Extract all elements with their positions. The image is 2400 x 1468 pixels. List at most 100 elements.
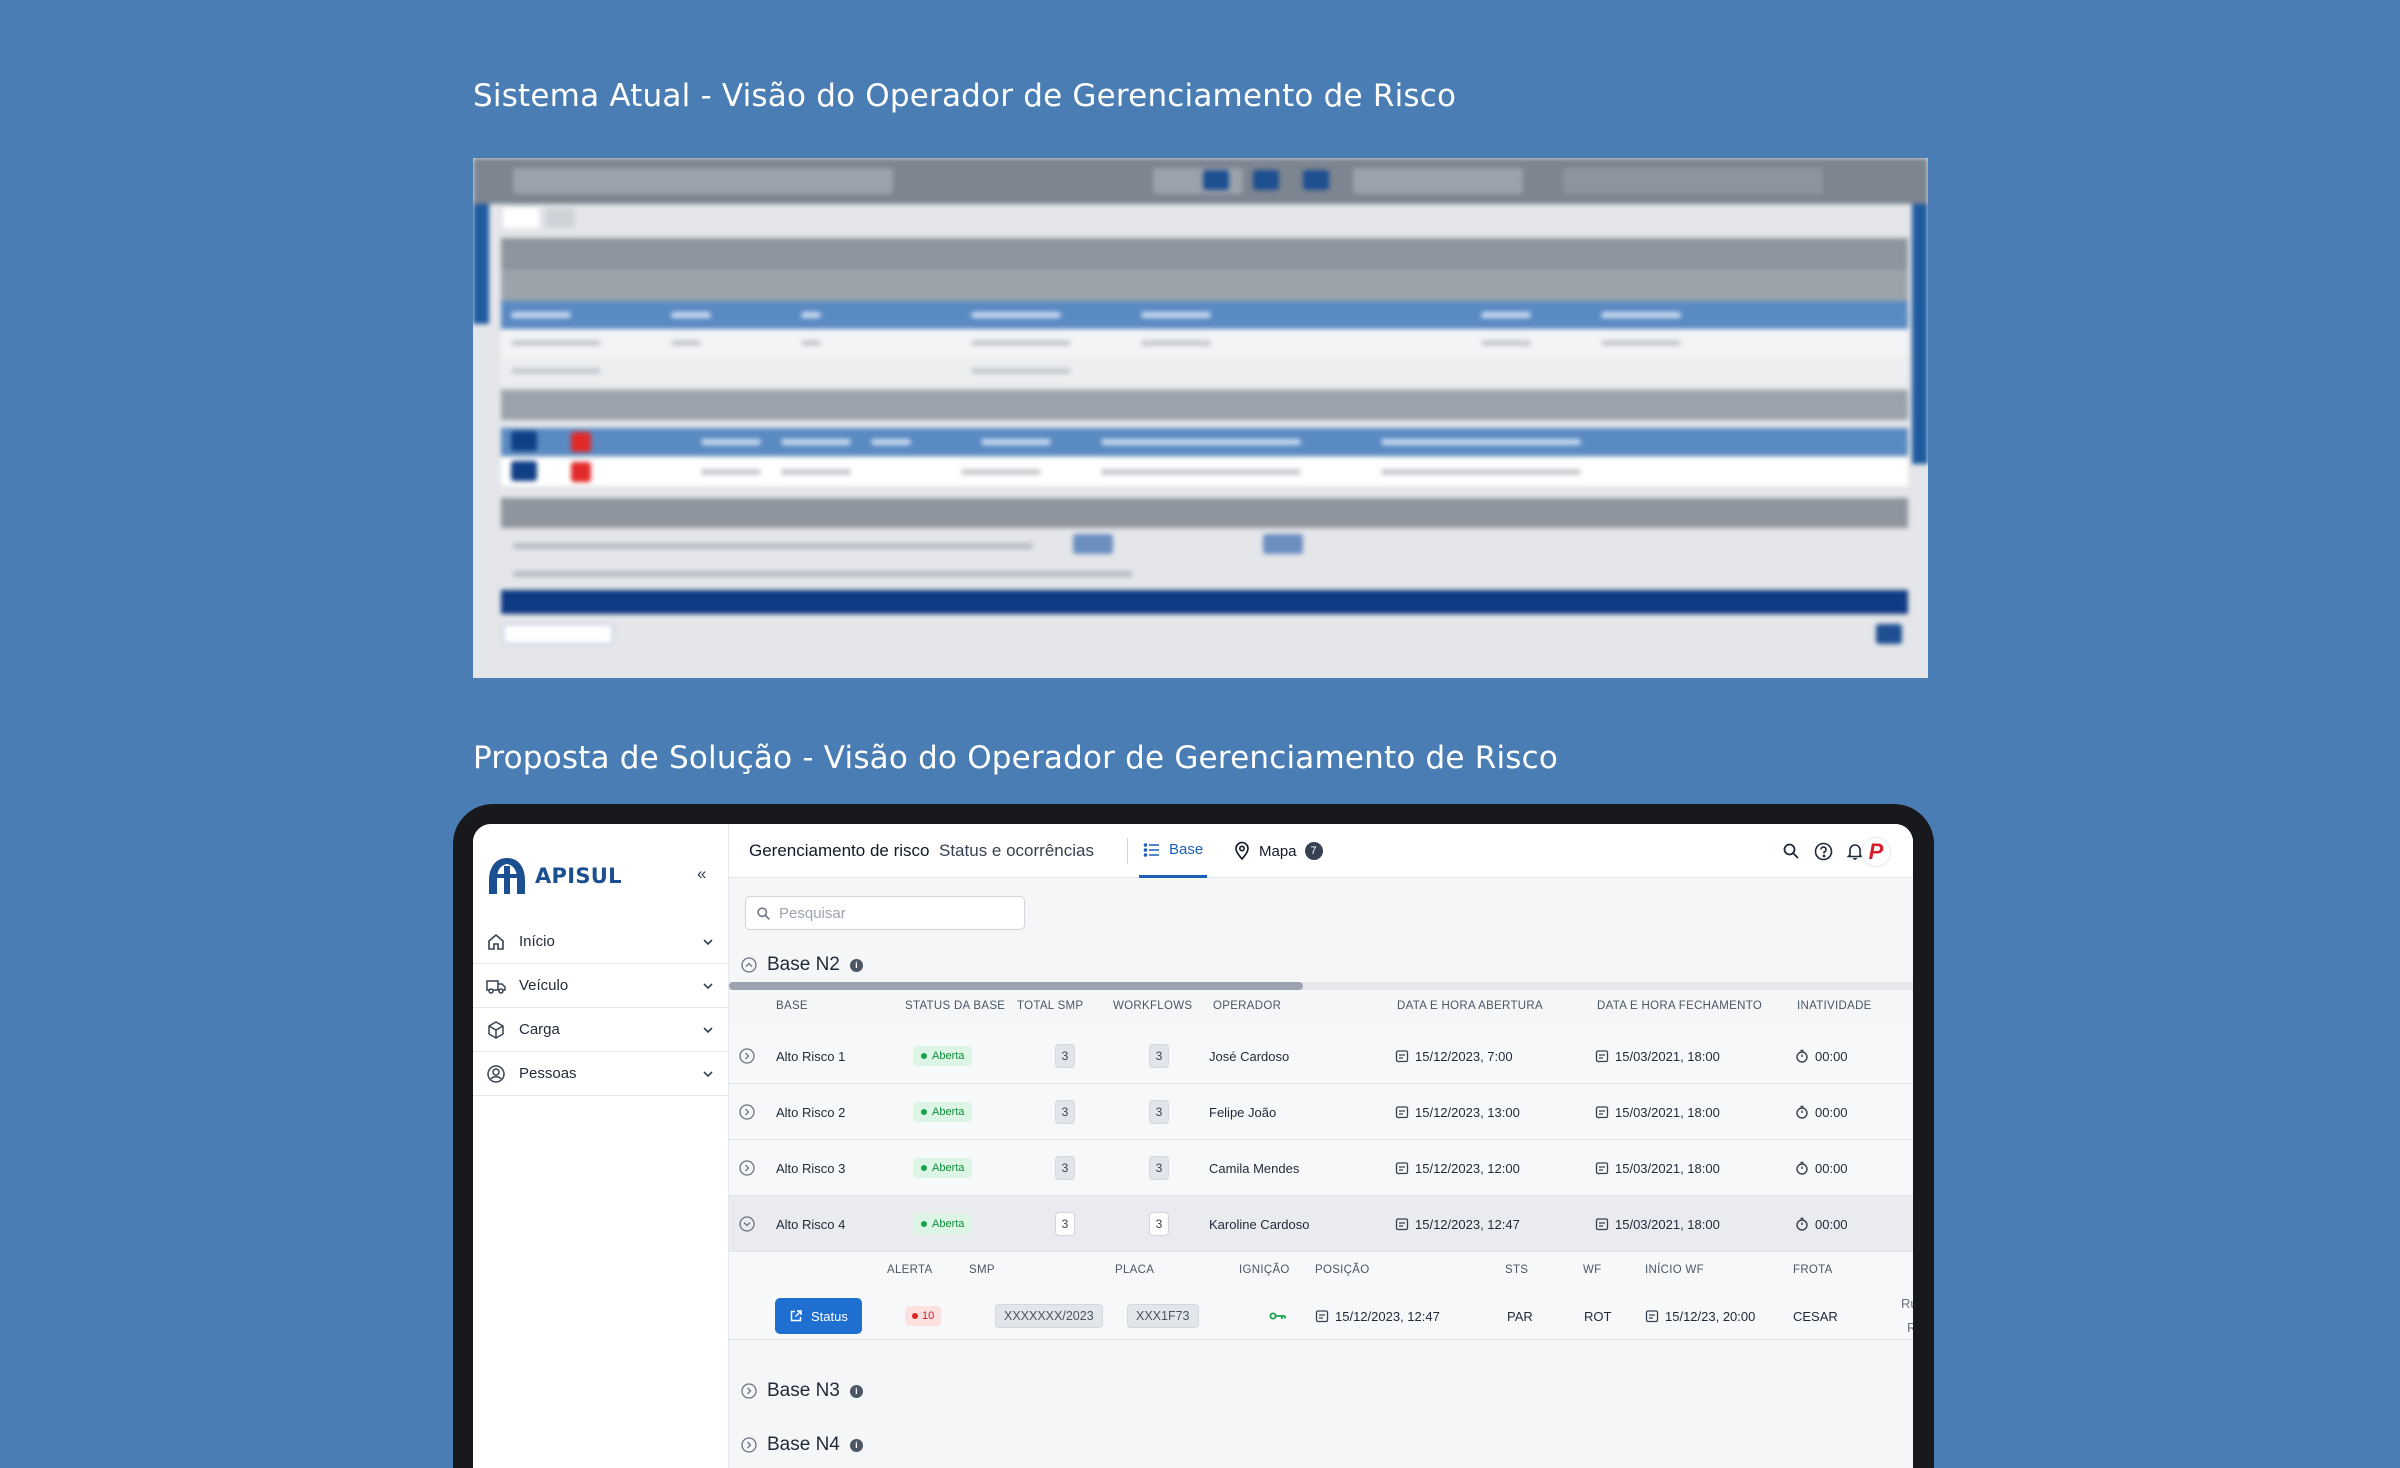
status-button[interactable]: Status	[775, 1298, 862, 1334]
chevrons-left-icon[interactable]: «	[697, 864, 706, 884]
timer-icon	[1796, 1161, 1808, 1175]
chevron-down-icon	[699, 979, 717, 993]
table-row[interactable]: Alto Risco 2 Aberta 3 3 Felipe João 15/1…	[729, 1084, 1913, 1140]
calendar-icon	[1595, 1218, 1609, 1231]
inatividade-time: 00:00	[1815, 1216, 1848, 1232]
posicao-datetime: 15/12/2023, 12:47	[1335, 1308, 1440, 1324]
avatar[interactable]: P	[1861, 837, 1891, 867]
apisul-logo[interactable]: APISUL	[485, 854, 622, 898]
info-icon[interactable]: i	[849, 1438, 863, 1452]
base-name: Alto Risco 2	[776, 1104, 846, 1120]
status-badge: Aberta	[913, 1158, 973, 1178]
workflows-count: 3	[1149, 1156, 1169, 1180]
col-header-base[interactable]: BASE	[776, 1000, 808, 1012]
sidebar-nav: Início Veículo Carga Pessoas	[473, 920, 729, 1096]
chevron-expand-icon	[741, 1383, 757, 1399]
expand-row-icon[interactable]	[739, 1028, 755, 1084]
total-smp-count: 3	[1055, 1044, 1075, 1068]
sts-value: PAR	[1507, 1308, 1533, 1324]
truncated-cell-text: Ru	[1901, 1296, 1913, 1311]
chevron-down-icon	[699, 1067, 717, 1081]
sidebar-item-carga[interactable]: Carga	[473, 1008, 729, 1052]
search-icon	[757, 906, 770, 920]
frota-value: CESAR	[1793, 1308, 1838, 1324]
fechamento-datetime: 15/03/2021, 18:00	[1615, 1104, 1720, 1120]
status-badge: Aberta	[913, 1046, 973, 1066]
expand-row-icon[interactable]	[739, 1084, 755, 1140]
external-link-icon	[790, 1310, 802, 1322]
col-header-fechamento[interactable]: DATA E HORA FECHAMENTO	[1597, 1000, 1762, 1012]
chevron-down-icon	[699, 935, 717, 949]
group-name: Base N3	[767, 1380, 840, 1401]
calendar-icon	[1595, 1050, 1609, 1063]
wf-value: ROT	[1584, 1308, 1612, 1324]
fechamento-datetime: 15/03/2021, 18:00	[1615, 1048, 1720, 1064]
abertura-datetime: 15/12/2023, 7:00	[1415, 1048, 1513, 1064]
chevron-collapse-icon	[741, 957, 757, 973]
inatividade-time: 00:00	[1815, 1160, 1848, 1176]
table-row[interactable]: Alto Risco 1 Aberta 3 3 José Cardoso 15/…	[729, 1028, 1913, 1084]
calendar-icon	[1595, 1162, 1609, 1175]
group-header-base-n4[interactable]: Base N4 i	[741, 1434, 863, 1456]
table-row-expanded[interactable]: Alto Risco 4 Aberta 3 3 Karoline Cardoso…	[729, 1196, 1913, 1252]
workflows-count: 3	[1149, 1100, 1169, 1124]
detail-col-ignicao: IGNIÇÃO	[1239, 1264, 1290, 1276]
sidebar-item-label: Carga	[519, 1021, 560, 1038]
truck-icon	[485, 975, 507, 997]
chevron-down-icon	[699, 1023, 717, 1037]
detail-col-placa: PLACA	[1115, 1264, 1155, 1276]
group-header-base-n3[interactable]: Base N3 i	[741, 1380, 863, 1402]
scrollbar-thumb[interactable]	[729, 982, 1303, 990]
abertura-datetime: 15/12/2023, 12:47	[1415, 1216, 1520, 1232]
group-header-base-n2[interactable]: Base N2 i	[741, 954, 863, 976]
col-header-inatividade[interactable]: INATIVIDADE	[1797, 1000, 1872, 1012]
truncated-cell-text: R	[1907, 1320, 1913, 1335]
col-header-operador[interactable]: OPERADOR	[1213, 1000, 1281, 1012]
inatividade-time: 00:00	[1815, 1048, 1848, 1064]
tab-base[interactable]: Base	[1139, 824, 1208, 878]
col-header-total-smp[interactable]: TOTAL SMP	[1017, 1000, 1083, 1012]
base-name: Alto Risco 3	[776, 1160, 846, 1176]
tab-base-label: Base	[1169, 841, 1204, 858]
mapa-count-badge: 7	[1304, 842, 1323, 860]
key-icon	[1269, 1298, 1287, 1334]
app-screen: APISUL « Início Veículo Carga Pessoas Ge…	[473, 824, 1913, 1468]
sidebar-item-label: Veículo	[519, 977, 569, 994]
operador-name: José Cardoso	[1209, 1048, 1290, 1064]
search-input[interactable]	[779, 904, 1009, 922]
col-header-abertura[interactable]: DATA E HORA ABERTURA	[1397, 1000, 1543, 1012]
sidebar-item-label: Início	[519, 933, 555, 950]
search-box[interactable]	[745, 896, 1025, 930]
list-icon	[1143, 842, 1159, 857]
topbar: Gerenciamento de risco Status e ocorrênc…	[729, 824, 1913, 878]
detail-col-sts: STS	[1505, 1264, 1529, 1276]
timer-icon	[1796, 1217, 1808, 1231]
calendar-icon	[1645, 1310, 1659, 1323]
row-detail-panel: ALERTA SMP PLACA IGNIÇÃO POSIÇÃO STS WF …	[729, 1252, 1913, 1340]
user-circle-icon	[485, 1063, 507, 1085]
timer-icon	[1796, 1049, 1808, 1063]
col-header-workflows[interactable]: WORKFLOWS	[1113, 1000, 1192, 1012]
sidebar-item-pessoas[interactable]: Pessoas	[473, 1052, 729, 1096]
proposal-title: Proposta de Solução - Visão do Operador …	[473, 740, 1559, 776]
search-icon[interactable]	[1781, 841, 1801, 861]
sidebar-item-veiculo[interactable]: Veículo	[473, 964, 729, 1008]
col-header-status[interactable]: STATUS DA BASE	[905, 1000, 1005, 1012]
base-name: Alto Risco 4	[776, 1216, 846, 1232]
sidebar-item-inicio[interactable]: Início	[473, 920, 729, 964]
expand-row-icon[interactable]	[739, 1140, 755, 1196]
collapse-row-icon[interactable]	[739, 1196, 755, 1252]
sidebar-item-label: Pessoas	[519, 1065, 577, 1082]
info-icon[interactable]: i	[849, 1384, 863, 1398]
status-badge: Aberta	[913, 1102, 973, 1122]
table-row[interactable]: Alto Risco 3 Aberta 3 3 Camila Mendes 15…	[729, 1140, 1913, 1196]
help-icon[interactable]	[1813, 841, 1833, 861]
detail-col-posicao: POSIÇÃO	[1315, 1264, 1370, 1276]
info-icon[interactable]: i	[849, 958, 863, 972]
calendar-icon	[1395, 1162, 1409, 1175]
page-subtitle[interactable]: Status e ocorrências	[939, 841, 1094, 861]
page-title: Gerenciamento de risco	[749, 841, 930, 860]
total-smp-count: 3	[1055, 1212, 1075, 1236]
tab-mapa[interactable]: Mapa 7	[1233, 824, 1323, 878]
group-name: Base N2	[767, 954, 840, 975]
